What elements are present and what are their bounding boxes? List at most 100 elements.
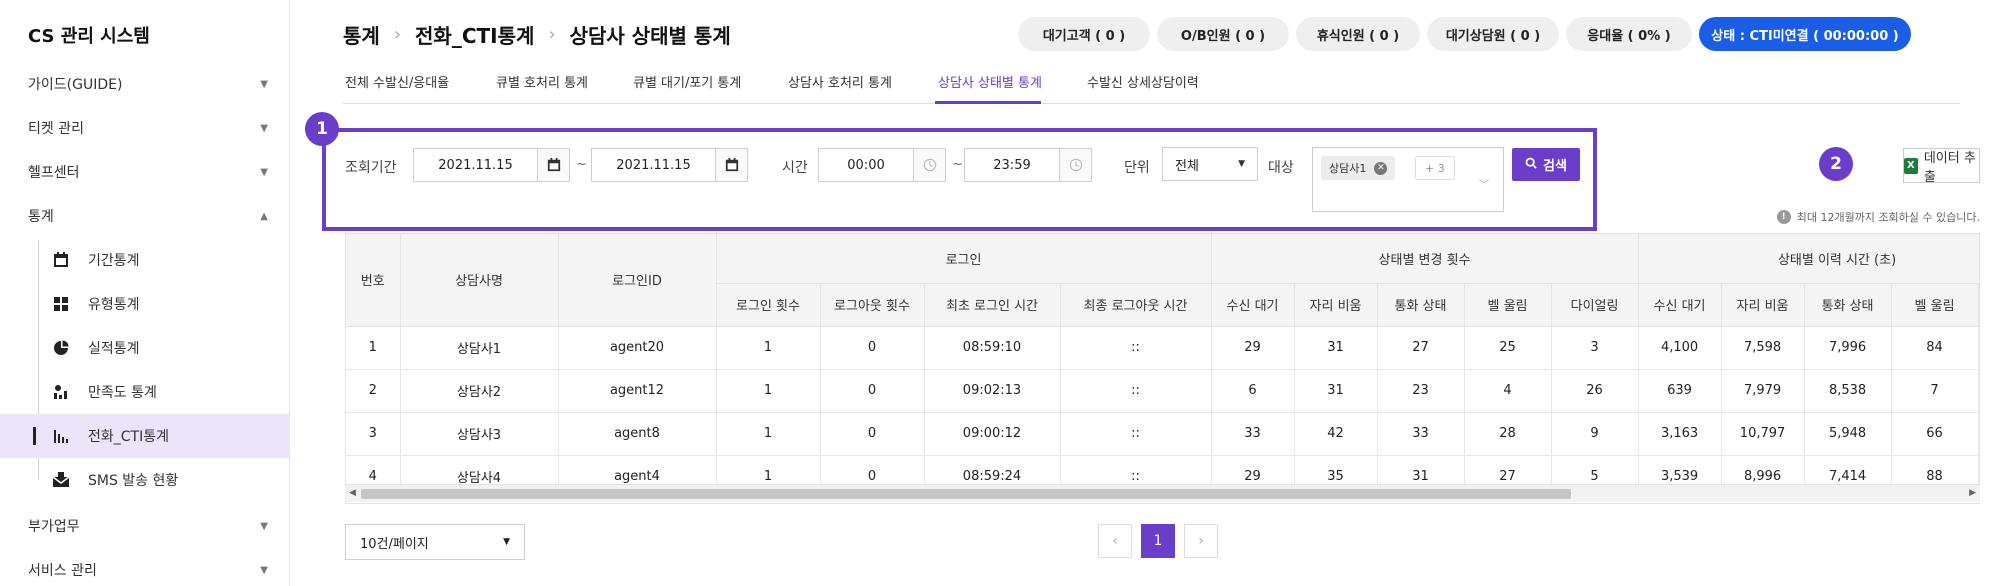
table-cell: 1: [716, 369, 821, 413]
col-header: 벨 울림: [1464, 283, 1552, 327]
chevron-down-icon: ▼: [260, 166, 268, 178]
table-cell: 0: [820, 326, 925, 370]
scroll-thumb[interactable]: [361, 489, 1571, 499]
time-to-input[interactable]: 23:59: [964, 148, 1092, 182]
pie-icon: [52, 339, 70, 357]
table-cell: 1: [716, 412, 821, 456]
table-row: 1 상담사1 agent20 1 0 08:59:10:: 29 31 27 25 3 4,100 7,…: [346, 326, 1979, 370]
table-cell: 상담사1: [400, 326, 559, 370]
caret-down-icon: ▼: [1238, 159, 1245, 169]
time-to-value: 23:59: [993, 157, 1031, 173]
sidebar-subitem-period-stats[interactable]: 기간통계: [0, 238, 290, 282]
sidebar-item-ticket[interactable]: 티켓 관리 ▼: [0, 106, 290, 150]
cti-status-pill[interactable]: 상태 : CTI미연결 ( 00:00:00 ): [1699, 17, 1911, 51]
table-cell: agent20: [558, 326, 717, 370]
clock-icon[interactable]: [913, 149, 945, 181]
table-cell: 상담사2: [400, 369, 559, 413]
sidebar-item-guide[interactable]: 가이드(GUIDE) ▼: [0, 62, 290, 106]
step-badge-2: 2: [1819, 147, 1853, 181]
table-cell: ::: [1060, 412, 1212, 456]
table-row: 3 상담사3 agent8 1 0 09:00:12:: 33 42 33 28 9 3,163 10,…: [346, 412, 1979, 456]
tab-total-calls[interactable]: 전체 수발신/응대율: [345, 72, 449, 91]
sidebar-subitem-performance-stats[interactable]: 실적통계: [0, 326, 290, 370]
time-from-input[interactable]: 00:00: [818, 148, 946, 182]
target-more-count: + 3: [1415, 156, 1455, 180]
calendar-icon[interactable]: [537, 149, 569, 181]
table-cell: 7: [1891, 369, 1979, 413]
sidebar-item-statistics[interactable]: 통계 ▲: [0, 194, 290, 238]
close-icon[interactable]: ✕: [1374, 161, 1388, 175]
sidebar-item-service[interactable]: 서비스 관리 ▼: [0, 548, 290, 586]
date-from-value: 2021.11.15: [438, 157, 513, 173]
next-page-button[interactable]: ›: [1184, 524, 1218, 558]
sidebar-subitem-label: 유형통계: [88, 297, 140, 313]
tab-agent-status[interactable]: 상담사 상태별 통계: [938, 72, 1042, 91]
table-cell: 7,996: [1804, 326, 1892, 370]
sidebar-subitem-sms-status[interactable]: SMS 발송 현황: [0, 458, 290, 502]
date-range-separator: ~: [576, 157, 587, 172]
scroll-right-icon[interactable]: ▶: [1969, 488, 1976, 498]
breadcrumb: 통계 › 전화_CTI통계 › 상담사 상태별 통계: [343, 20, 731, 49]
breadcrumb-item[interactable]: 통계: [343, 20, 380, 49]
table-cell: 7,598: [1721, 326, 1805, 370]
active-tab-underline: [935, 101, 1041, 104]
col-group-state-duration: 상태별 이력 시간 (초): [1638, 234, 1979, 284]
unit-select[interactable]: 전체 ▼: [1162, 147, 1258, 181]
chevron-down-icon[interactable]: ﹀: [1479, 176, 1489, 191]
search-button[interactable]: 검색: [1512, 148, 1580, 181]
caret-down-icon: ▼: [503, 537, 510, 547]
tabs-divider: [343, 103, 1960, 104]
clock-icon[interactable]: [1059, 149, 1091, 181]
time-from-value: 00:00: [847, 157, 885, 173]
breadcrumb-item[interactable]: 전화_CTI통계: [415, 20, 534, 49]
tab-queue-calls[interactable]: 큐별 호처리 통계: [496, 72, 588, 91]
chevron-down-icon: ▼: [260, 122, 268, 134]
calendar-icon[interactable]: [715, 149, 747, 181]
sidebar-subitem-satisfaction-stats[interactable]: 만족도 통계: [0, 370, 290, 414]
target-label: 대상: [1268, 160, 1294, 176]
table-cell: 31: [1294, 326, 1378, 370]
sidebar-item-label: 가이드(GUIDE): [28, 77, 123, 93]
horizontal-scrollbar[interactable]: ◀ ▶: [345, 484, 1980, 502]
date-from-input[interactable]: 2021.11.15: [413, 148, 570, 182]
waiting-customers-pill: 대기고객 ( 0 ): [1018, 17, 1150, 51]
col-header: 통화 상태: [1804, 283, 1892, 327]
sidebar-subitem-type-stats[interactable]: 유형통계: [0, 282, 290, 326]
table-cell: 0: [820, 369, 925, 413]
table-cell: 2: [346, 369, 401, 413]
tab-queue-wait[interactable]: 큐별 대기/포기 통계: [633, 72, 741, 91]
date-to-input[interactable]: 2021.11.15: [591, 148, 748, 182]
sidebar-subitem-label: 전화_CTI통계: [88, 429, 169, 445]
breadcrumb-current: 상담사 상태별 통계: [569, 24, 731, 48]
table-cell: 66: [1891, 412, 1979, 456]
export-button-label: 데이터 추출: [1923, 150, 1976, 185]
page-button-current[interactable]: 1: [1141, 524, 1175, 558]
period-label: 조회기간: [345, 160, 397, 176]
table-cell: 639: [1638, 369, 1722, 413]
col-group-login: 로그인: [716, 234, 1212, 284]
table-cell: 33: [1211, 412, 1295, 456]
waiting-agents-pill: 대기상담원 ( 0 ): [1427, 17, 1559, 51]
sidebar-subitem-cti-stats[interactable]: 전화_CTI통계: [0, 414, 290, 458]
table-cell: 4,100: [1638, 326, 1722, 370]
chevron-right-icon: ›: [393, 24, 402, 45]
sidebar-item-label: 서비스 관리: [28, 563, 97, 579]
table-cell: 8,538: [1804, 369, 1892, 413]
page-size-select[interactable]: 10건/페이지 ▼: [345, 524, 525, 560]
break-staff-pill: 휴식인원 ( 0 ): [1296, 17, 1420, 51]
chevron-right-icon: ›: [548, 24, 556, 45]
table-cell: 27: [1377, 326, 1465, 370]
target-multiselect[interactable]: 상담사1 ✕ + 3 ﹀: [1312, 147, 1504, 212]
sidebar-item-helpcenter[interactable]: 헬프센터 ▼: [0, 150, 290, 194]
prev-page-button[interactable]: ‹: [1098, 524, 1132, 558]
target-chip-label: 상담사1: [1329, 162, 1367, 175]
calendar-icon: [52, 251, 70, 269]
export-data-button[interactable]: X 데이터 추출: [1903, 148, 1980, 185]
tab-call-history[interactable]: 수발신 상세상담이력: [1087, 72, 1199, 91]
ob-staff-pill: O/B인원 ( 0 ): [1157, 17, 1289, 51]
scroll-left-icon[interactable]: ◀: [349, 488, 356, 498]
table-cell: 4: [1464, 369, 1552, 413]
sidebar-item-additional[interactable]: 부가업무 ▼: [0, 504, 290, 548]
tab-agent-calls[interactable]: 상담사 호처리 통계: [788, 72, 892, 91]
chevron-up-icon: ▲: [260, 210, 268, 222]
